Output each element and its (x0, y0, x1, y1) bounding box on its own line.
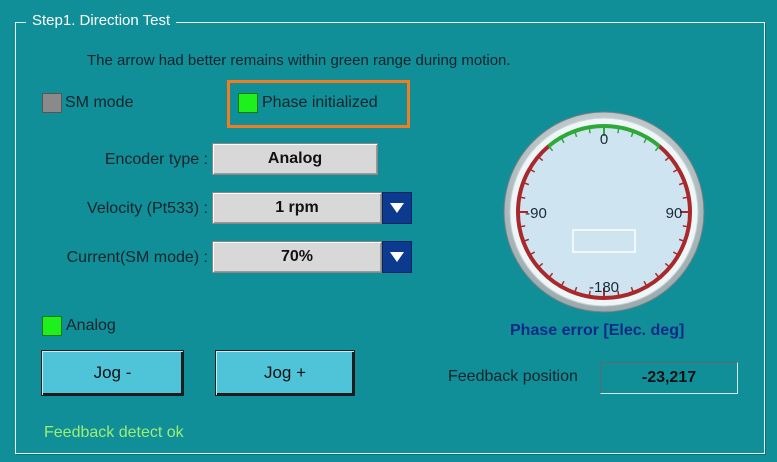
encoder-type-label: Encoder type : (104, 151, 208, 168)
analog-label: Analog (66, 317, 116, 334)
current-select[interactable]: 70% (212, 241, 382, 273)
triangle-down-icon (390, 203, 404, 213)
gauge-tick (617, 127, 620, 134)
current-dropdown-button[interactable] (382, 241, 412, 273)
gauge-tick (519, 225, 526, 228)
phase-error-gauge: 0 -90 90 -180 (503, 111, 705, 313)
gauge-label-top: 0 (600, 131, 608, 148)
phase-initialized-led (238, 93, 258, 113)
sm-mode-led (42, 93, 62, 113)
velocity-select[interactable]: 1 rpm (212, 192, 382, 224)
gauge-tick (519, 196, 526, 199)
gauge-label-right: 90 (666, 205, 683, 222)
gauge-tick (682, 225, 689, 228)
status-text: Feedback detect ok (44, 424, 184, 441)
feedback-position-value: -23,217 (600, 362, 738, 394)
group-title: Step1. Direction Test (26, 12, 177, 29)
gauge-readout-box (572, 229, 636, 253)
feedback-position-label: Feedback position (448, 368, 578, 385)
gauge-label-bottom: -180 (589, 279, 619, 296)
gauge-tick (588, 127, 591, 134)
sm-mode-label: SM mode (65, 94, 134, 111)
velocity-label: Velocity (Pt533) : (87, 200, 208, 217)
triangle-down-icon (390, 252, 404, 262)
current-label: Current(SM mode) : (66, 249, 208, 266)
gauge-tick (682, 196, 689, 199)
velocity-dropdown-button[interactable] (382, 192, 412, 224)
jog-plus-button[interactable]: Jog + (215, 350, 355, 396)
analog-led (42, 316, 62, 336)
jog-minus-button[interactable]: Jog - (41, 350, 184, 396)
encoder-type-field: Analog (212, 143, 378, 175)
instruction-text: The arrow had better remains within gree… (87, 52, 511, 69)
gauge-caption: Phase error [Elec. deg] (510, 322, 685, 339)
phase-initialized-label: Phase initialized (262, 94, 378, 111)
gauge-label-left: -90 (525, 205, 547, 222)
